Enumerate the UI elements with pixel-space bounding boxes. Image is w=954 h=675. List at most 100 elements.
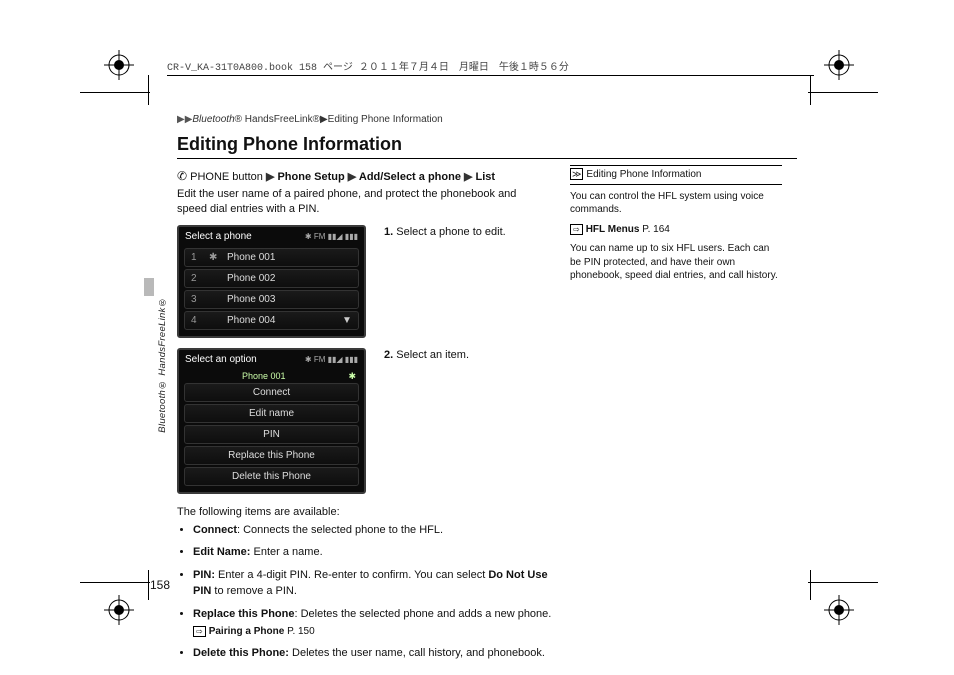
crop-bl-h bbox=[80, 582, 150, 583]
screen-select-phone: Select a phone ✱ FM ▮▮◢ ▮▮▮ 1✱Phone 001 … bbox=[177, 225, 366, 338]
option-row: Edit name bbox=[184, 404, 359, 423]
row-index: 1 bbox=[191, 252, 201, 263]
crop-bl-v bbox=[148, 570, 149, 600]
scroll-down-icon: ▼ bbox=[342, 315, 352, 326]
option-label: Edit name bbox=[249, 408, 294, 419]
side-notes: ≫Editing Phone Information You can contr… bbox=[570, 165, 782, 289]
ref-page: P. 150 bbox=[287, 626, 315, 637]
phone-glyph-icon: ✆ bbox=[177, 169, 187, 183]
page-title: Editing Phone Information bbox=[177, 134, 797, 159]
item-name: Edit Name: bbox=[193, 546, 250, 558]
file-meta: CR-V_KA-31T0A800.book 158 ページ ２０１１年７月４日 … bbox=[167, 58, 814, 74]
option-row: Replace this Phone bbox=[184, 446, 359, 465]
item-desc: : Deletes the selected phone and adds a … bbox=[294, 608, 551, 620]
ref-title: HFL Menus bbox=[586, 224, 640, 235]
item-name: PIN: bbox=[193, 569, 215, 581]
screen1-title: Select a phone bbox=[185, 231, 252, 242]
breadcrumb-category-rest: ® HandsFreeLink®▶Editing Phone Informati… bbox=[235, 114, 443, 125]
bt-icon: ✱ bbox=[209, 252, 219, 263]
item-tail: to remove a PIN. bbox=[211, 585, 297, 597]
step-number: 1. bbox=[384, 226, 393, 238]
register-mark-bl bbox=[104, 595, 134, 625]
bt-icon: ✱ bbox=[348, 371, 356, 382]
list-item: Delete this Phone: Deletes the user name… bbox=[193, 645, 558, 662]
running-head: ▶▶Bluetooth® HandsFreeLink®▶Editing Phon… bbox=[177, 114, 443, 125]
item-desc: Enter a name. bbox=[250, 546, 322, 558]
nav-arrow-icon: ▶ bbox=[464, 171, 476, 183]
reference-icon: ⇨ bbox=[570, 224, 583, 235]
note-paragraph: You can control the HFL system using voi… bbox=[570, 190, 782, 217]
crop-br-h bbox=[808, 582, 878, 583]
side-running-title: Bluetooth® HandsFreeLink® bbox=[157, 296, 168, 433]
note-ref: ⇨HFL Menus P. 164 bbox=[570, 223, 782, 237]
note-paragraph: You can name up to six HFL users. Each c… bbox=[570, 242, 782, 283]
option-row: Delete this Phone bbox=[184, 467, 359, 486]
list-item: PIN: Enter a 4-digit PIN. Re-enter to co… bbox=[193, 567, 558, 600]
item-desc: : Connects the selected phone to the HFL… bbox=[237, 524, 443, 536]
nav-arrow-icon: ▶ bbox=[266, 171, 278, 183]
page-number: 158 bbox=[150, 578, 170, 592]
crop-tl-h bbox=[80, 92, 150, 93]
nav-arrow-icon: ▶ bbox=[348, 171, 359, 183]
list-item: Edit Name: Enter a name. bbox=[193, 544, 558, 561]
row-label: Phone 001 bbox=[227, 252, 352, 263]
nav-seg-2: Add/Select a phone bbox=[359, 171, 461, 183]
option-row: Connect bbox=[184, 383, 359, 402]
options-list: Connect: Connects the selected phone to … bbox=[193, 522, 797, 662]
list-item: Replace this Phone: Deletes the selected… bbox=[193, 606, 558, 640]
item-name: Delete this Phone: bbox=[193, 647, 289, 659]
option-label: Connect bbox=[253, 387, 290, 398]
row-label: Phone 004 bbox=[227, 315, 334, 326]
nav-seg-0: PHONE button bbox=[190, 171, 263, 183]
option-row: PIN bbox=[184, 425, 359, 444]
top-rule bbox=[167, 75, 814, 76]
option-label: PIN bbox=[263, 429, 280, 440]
screen-select-option: Select an option ✱ FM ▮▮◢ ▮▮▮ Phone 001 … bbox=[177, 348, 366, 494]
step-2: 2. Select an item. bbox=[384, 348, 469, 363]
row-label: Phone 002 bbox=[227, 273, 352, 284]
row-index: 4 bbox=[191, 315, 201, 326]
available-heading: The following items are available: bbox=[177, 506, 797, 518]
reference-icon: ⇨ bbox=[193, 626, 206, 637]
register-mark-br bbox=[824, 595, 854, 625]
register-mark-tr bbox=[824, 50, 854, 80]
intro-text: Edit the user name of a paired phone, an… bbox=[177, 187, 547, 217]
screen2-subhead: Phone 001 bbox=[242, 371, 286, 381]
option-label: Replace this Phone bbox=[228, 450, 315, 461]
step-label: Select a phone to edit. bbox=[396, 226, 505, 238]
crop-tr-v bbox=[810, 75, 811, 105]
nav-seg-1: Phone Setup bbox=[277, 171, 344, 183]
phone-row: 3 Phone 003 bbox=[184, 290, 359, 309]
item-desc: Enter a 4-digit PIN. Re-enter to confirm… bbox=[215, 569, 488, 581]
phone-row: 2 Phone 002 bbox=[184, 269, 359, 288]
row-label: Phone 003 bbox=[227, 294, 352, 305]
row-index: 3 bbox=[191, 294, 201, 305]
item-desc: Deletes the user name, call history, and… bbox=[289, 647, 545, 659]
cross-ref: ⇨Pairing a Phone P. 150 bbox=[193, 624, 558, 639]
step-number: 2. bbox=[384, 349, 393, 361]
phone-row: 4 Phone 004 ▼ bbox=[184, 311, 359, 330]
crop-tl-v bbox=[148, 75, 149, 105]
status-icons: ✱ FM ▮▮◢ ▮▮▮ bbox=[305, 232, 358, 241]
thumb-tab bbox=[144, 278, 154, 296]
step-1: 1. Select a phone to edit. bbox=[384, 225, 506, 240]
ref-page: P. 164 bbox=[642, 224, 670, 235]
page: CR-V_KA-31T0A800.book 158 ページ ２０１１年７月４日 … bbox=[0, 0, 954, 675]
option-label: Delete this Phone bbox=[232, 471, 311, 482]
phone-row: 1 ✱ Phone 001 bbox=[184, 248, 359, 267]
status-icons: ✱ FM ▮▮◢ ▮▮▮ bbox=[305, 355, 358, 364]
list-item: Connect: Connects the selected phone to … bbox=[193, 522, 558, 539]
breadcrumb-arrow-icon: ▶▶ bbox=[177, 114, 192, 125]
item-name: Replace this Phone bbox=[193, 608, 294, 620]
item-name: Connect bbox=[193, 524, 237, 536]
note-symbol-icon: ≫ bbox=[570, 168, 583, 180]
row-index: 2 bbox=[191, 273, 201, 284]
ref-title: Pairing a Phone bbox=[209, 626, 285, 637]
nav-seg-3: List bbox=[476, 171, 496, 183]
breadcrumb-category-ital: Bluetooth bbox=[192, 114, 234, 125]
crop-br-v bbox=[810, 570, 811, 600]
note-heading: ≫Editing Phone Information bbox=[570, 165, 782, 185]
crop-tr-h bbox=[808, 92, 878, 93]
note-title: Editing Phone Information bbox=[586, 169, 701, 180]
step-label: Select an item. bbox=[396, 349, 469, 361]
